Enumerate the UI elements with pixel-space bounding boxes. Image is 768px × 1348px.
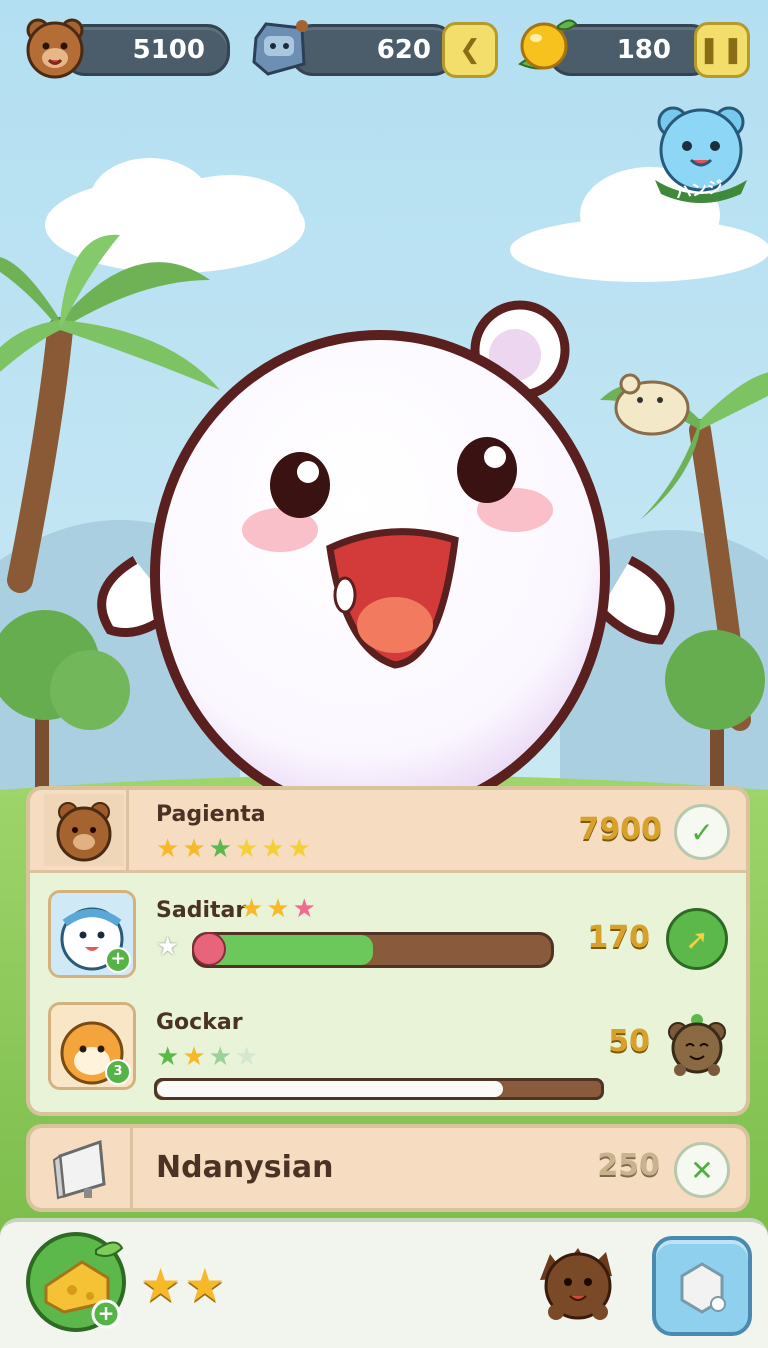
- star-icon: ★: [266, 894, 290, 924]
- gem-value: 620: [376, 35, 431, 65]
- coin-value: 5100: [132, 35, 205, 65]
- leaderboard-panel: Pagienta ★ ★ ★ ★ ★ ★ 7900 ✓ + Saditar ★ …: [26, 786, 750, 1116]
- back-button[interactable]: ❮: [442, 22, 498, 78]
- gem-marker-icon: [192, 932, 226, 966]
- star-icon: ★: [184, 1258, 226, 1312]
- chevron-left-icon: ❮: [459, 35, 481, 65]
- player-score: 50: [608, 1024, 650, 1059]
- gem-counter: 620: [290, 24, 456, 76]
- fruit-value: 180: [616, 35, 671, 65]
- pause-button[interactable]: ❚❚: [694, 22, 750, 78]
- hedgehog-pet-icon[interactable]: [532, 1240, 624, 1324]
- player-name: Pagienta: [156, 802, 266, 827]
- add-friend-icon[interactable]: +: [105, 947, 131, 973]
- close-icon: ✕: [690, 1153, 714, 1187]
- cheese-button[interactable]: +: [24, 1230, 128, 1334]
- star-icon: ★: [182, 1042, 206, 1072]
- box-icon: [680, 1262, 726, 1314]
- hedgehog-icon[interactable]: [662, 1010, 732, 1080]
- my-name: Ndanysian: [156, 1150, 334, 1185]
- rating-stars: ★ ★ ★ ★ ★ ★: [156, 836, 311, 862]
- star-icon: ★: [156, 1042, 180, 1072]
- svg-text:+: +: [98, 1301, 115, 1325]
- leaf-arrow-icon: ➚: [685, 922, 709, 956]
- player-name: Saditar: [156, 898, 247, 923]
- leaderboard-row[interactable]: Pagienta ★ ★ ★ ★ ★ ★ 7900 ✓: [30, 790, 746, 873]
- star-icon: ★: [208, 1042, 232, 1072]
- player-name: Gockar: [156, 1010, 243, 1035]
- star-icon: ★: [182, 834, 206, 864]
- player-avatar: +: [48, 890, 136, 978]
- inventory-button[interactable]: [652, 1236, 752, 1336]
- check-icon: ✓: [690, 815, 714, 849]
- pause-icon: ❚❚: [698, 35, 746, 65]
- leaderboard-row[interactable]: + Saditar ★ ★ ★ ★ 170 ➚: [30, 878, 746, 988]
- device-icon: [52, 1139, 106, 1200]
- star-icon: ★: [140, 1258, 182, 1312]
- progress-fill: [157, 1081, 504, 1097]
- star-icon: ★: [261, 834, 285, 864]
- star-icon: ★: [234, 1042, 259, 1072]
- empty-star-icon: ★: [156, 932, 180, 962]
- star-icon: ★: [287, 834, 311, 864]
- my-rank-row[interactable]: Ndanysian 250 ✕: [26, 1124, 750, 1212]
- rating-stars: ★ ★ ★: [240, 896, 316, 922]
- lemon-icon: [518, 19, 578, 70]
- bottom-stars: ★ ★: [140, 1262, 226, 1308]
- robot-gem-icon: [252, 20, 308, 76]
- player-score: 170: [587, 920, 650, 955]
- boost-button[interactable]: ➚: [666, 908, 728, 970]
- star-icon: ★: [208, 834, 232, 864]
- confirm-button[interactable]: ✓: [674, 804, 730, 860]
- progress-bar: [154, 1078, 604, 1100]
- star-icon: ★: [292, 894, 316, 924]
- progress-bar: [192, 932, 554, 968]
- bear-avatar: [44, 794, 124, 866]
- my-score: 250: [597, 1148, 660, 1183]
- player-score: 7900: [578, 812, 663, 847]
- star-icon: ★: [234, 834, 259, 864]
- close-button[interactable]: ✕: [674, 1142, 730, 1198]
- star-icon: ★: [240, 894, 264, 924]
- leaderboard-row[interactable]: 3 Gockar ★ ★ ★ ★ 50: [30, 992, 746, 1104]
- level-badge-icon: 3: [105, 1059, 131, 1085]
- star-icon: ★: [156, 834, 180, 864]
- player-avatar: 3: [48, 1002, 136, 1090]
- bear-coin-icon: [26, 18, 84, 79]
- rating-stars: ★ ★ ★ ★: [156, 1044, 258, 1070]
